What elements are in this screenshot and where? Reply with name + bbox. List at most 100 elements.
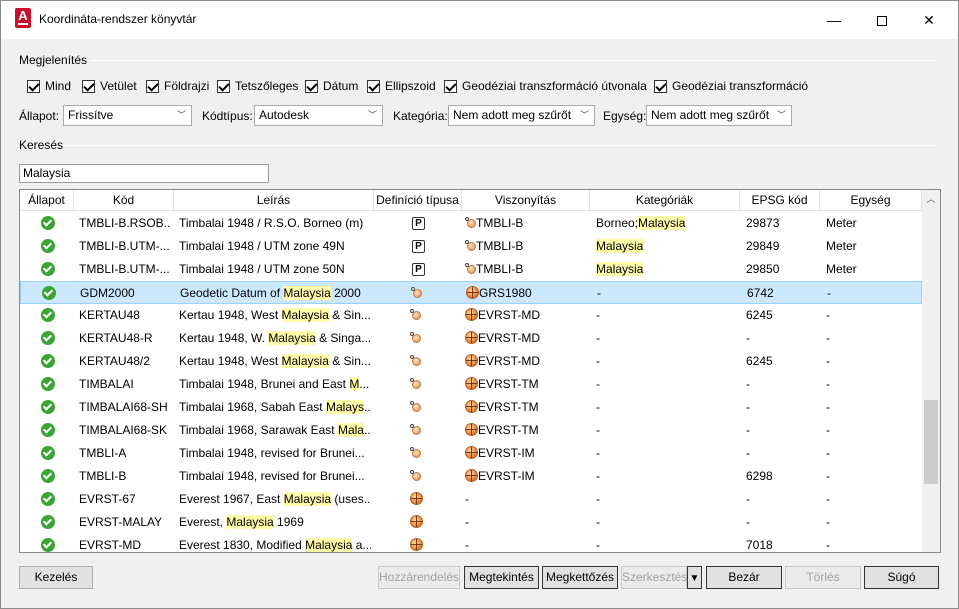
unit-combo[interactable]: Nem adott meg szűrőt ﹀ [646, 105, 792, 126]
close-window-button[interactable]: ✕ [906, 1, 952, 39]
column-header-1[interactable]: Kód [74, 190, 174, 211]
description-cell: Timbalai 1948 / UTM zone 50N [179, 258, 371, 281]
minimize-button[interactable]: — [811, 1, 857, 39]
desc-part: ... [363, 423, 371, 437]
table-row[interactable]: TIMBALAI68-SK Timbalai 1968, Sarawak East… [20, 419, 922, 442]
checkbox-0[interactable]: Mind [27, 79, 71, 93]
checkbox-box[interactable] [305, 79, 318, 93]
autocad-app-icon: A [15, 8, 31, 28]
checkbox-box[interactable] [367, 79, 380, 93]
edit-dropdown-button[interactable]: ▼ [687, 566, 702, 589]
scroll-up-icon[interactable]: ︿ [922, 192, 940, 205]
checkbox-4[interactable]: Dátum [305, 79, 358, 93]
reference-cell: TMBLI-B [465, 258, 587, 281]
reference-cell: - [465, 511, 587, 534]
title-bar: A Koordináta-rendszer könyvtár — ✕ [1, 1, 958, 39]
desc-part: Timbalai 1948, revised for Brunei... [179, 469, 365, 483]
desc-part: Mala [337, 423, 364, 437]
checkbox-box[interactable] [27, 79, 40, 93]
manage-button[interactable]: Kezelés [19, 566, 93, 589]
checkbox-box[interactable] [444, 79, 457, 93]
checkbox-1[interactable]: Vetület [82, 79, 137, 93]
scrollbar-thumb[interactable] [924, 400, 938, 484]
category-cell: - [596, 373, 738, 396]
reference-value: TMBLI-B [476, 262, 524, 276]
checkbox-3[interactable]: Tetszőleges [217, 79, 298, 93]
ellipsoid-icon [410, 538, 423, 551]
status-ok-icon [41, 354, 55, 368]
view-button[interactable]: Megtekintés [464, 566, 539, 589]
category-cell: - [597, 282, 739, 305]
checkbox-6[interactable]: Geodéziai transzformáció útvonala [444, 79, 647, 93]
table-row[interactable]: EVRST-67 Everest 1967, East Malaysia (use… [20, 488, 922, 511]
category-combo[interactable]: Nem adott meg szűrőt ﹀ [448, 105, 595, 126]
table-row[interactable]: TMBLI-B.UTM-... Timbalai 1948 / UTM zone … [20, 235, 922, 258]
close-button[interactable]: Bezár [706, 566, 782, 589]
checkbox-2[interactable]: Földrajzi [146, 79, 209, 93]
table-row[interactable]: TIMBALAI68-SH Timbalai 1968, Sabah East M… [20, 396, 922, 419]
reference-value: GRS1980 [479, 286, 532, 300]
column-header-0[interactable]: Állapot [20, 190, 74, 211]
code-cell: EVRST-MALAY [79, 515, 163, 529]
unit-cell: - [826, 423, 830, 437]
desc-part: Geodetic Datum of [180, 286, 284, 300]
delete-button[interactable]: Törlés [785, 566, 861, 589]
table-row[interactable]: GDM2000 Geodetic Datum of Malaysia 2000 GR… [20, 281, 922, 304]
unit-label: Egység: [603, 109, 647, 123]
maximize-button[interactable] [859, 1, 905, 39]
table-row[interactable]: EVRST-MALAY Everest, Malaysia 1969 - - - - [20, 511, 922, 534]
checkbox-5[interactable]: Ellipszoid [367, 79, 436, 93]
help-button[interactable]: Súgó [864, 566, 939, 589]
table-row[interactable]: KERTAU48-R Kertau 1948, W. Malaysia & Sin… [20, 327, 922, 350]
column-header-4[interactable]: Viszonyítás [462, 190, 590, 211]
edit-button[interactable]: Szerkesztés [621, 566, 687, 589]
checkbox-box[interactable] [146, 79, 159, 93]
table-row[interactable]: TIMBALAI Timbalai 1948, Brunei and East M… [20, 373, 922, 396]
checkbox-box[interactable] [654, 79, 667, 93]
search-section-label: Keresés [19, 138, 64, 152]
datum-icon [410, 424, 421, 436]
table-row[interactable]: KERTAU48/2 Kertau 1948, West Malaysia & S… [20, 350, 922, 373]
reference-value: EVRST-MD [478, 331, 541, 345]
epsg-cell: 6245 [746, 354, 773, 368]
column-header-6[interactable]: EPSG kód [740, 190, 820, 211]
codetype-combo[interactable]: Autodesk ﹀ [254, 105, 383, 126]
checkbox-7[interactable]: Geodéziai transzformáció [654, 79, 808, 93]
column-header-3[interactable]: Definíció típusa [374, 190, 462, 211]
dropdown-arrow-icon: ▼ [689, 573, 700, 584]
unit-value: Nem adott meg szűrőt [651, 108, 770, 122]
table-row[interactable]: TMBLI-B Timbalai 1948, revised for Brunei… [20, 465, 922, 488]
status-combo[interactable]: Frissítve ﹀ [63, 105, 192, 126]
datum-icon [410, 378, 421, 390]
duplicate-button[interactable]: Megkettőzés [542, 566, 618, 589]
desc-part: Timbalai 1968, Sabah East [179, 400, 326, 414]
description-cell: Kertau 1948, W. Malaysia & Singa... [179, 327, 371, 350]
deftype-cell [410, 442, 430, 465]
checkbox-label: Vetület [100, 79, 137, 93]
table-row[interactable]: TMBLI-A Timbalai 1948, revised for Brunei… [20, 442, 922, 465]
search-input[interactable]: Malaysia [19, 164, 269, 183]
table-row[interactable]: TMBLI-B.UTM-... Timbalai 1948 / UTM zone … [20, 258, 922, 281]
table-row[interactable]: KERTAU48 Kertau 1948, West Malaysia & Sin… [20, 304, 922, 327]
ellipsoid-icon [465, 354, 478, 367]
vertical-scrollbar[interactable]: ︿ [922, 190, 940, 552]
epsg-cell: - [746, 377, 750, 391]
unit-cell: - [826, 515, 830, 529]
column-header-2[interactable]: Leírás [174, 190, 374, 211]
epsg-cell: 29850 [746, 262, 780, 276]
checkbox-label: Földrajzi [164, 79, 210, 93]
assign-button[interactable]: Hozzárendelés [378, 566, 460, 589]
epsg-cell: 29849 [746, 239, 780, 253]
checkbox-box[interactable] [217, 79, 230, 93]
checkbox-box[interactable] [82, 79, 95, 93]
column-header-5[interactable]: Kategóriák [590, 190, 740, 211]
chevron-down-icon: ﹀ [367, 110, 377, 120]
table-row[interactable]: TMBLI-B.RSOB... Timbalai 1948 / R.S.O. Bo… [20, 212, 922, 235]
unit-cell: - [826, 469, 830, 483]
datum-icon [410, 447, 421, 459]
column-header-7[interactable]: Egység [820, 190, 922, 211]
code-cell: TMBLI-B [79, 469, 127, 483]
ellipsoid-icon [465, 400, 478, 413]
table-row[interactable]: EVRST-MD Everest 1830, Modified Malaysia … [20, 534, 922, 552]
status-ok-icon [41, 515, 55, 529]
